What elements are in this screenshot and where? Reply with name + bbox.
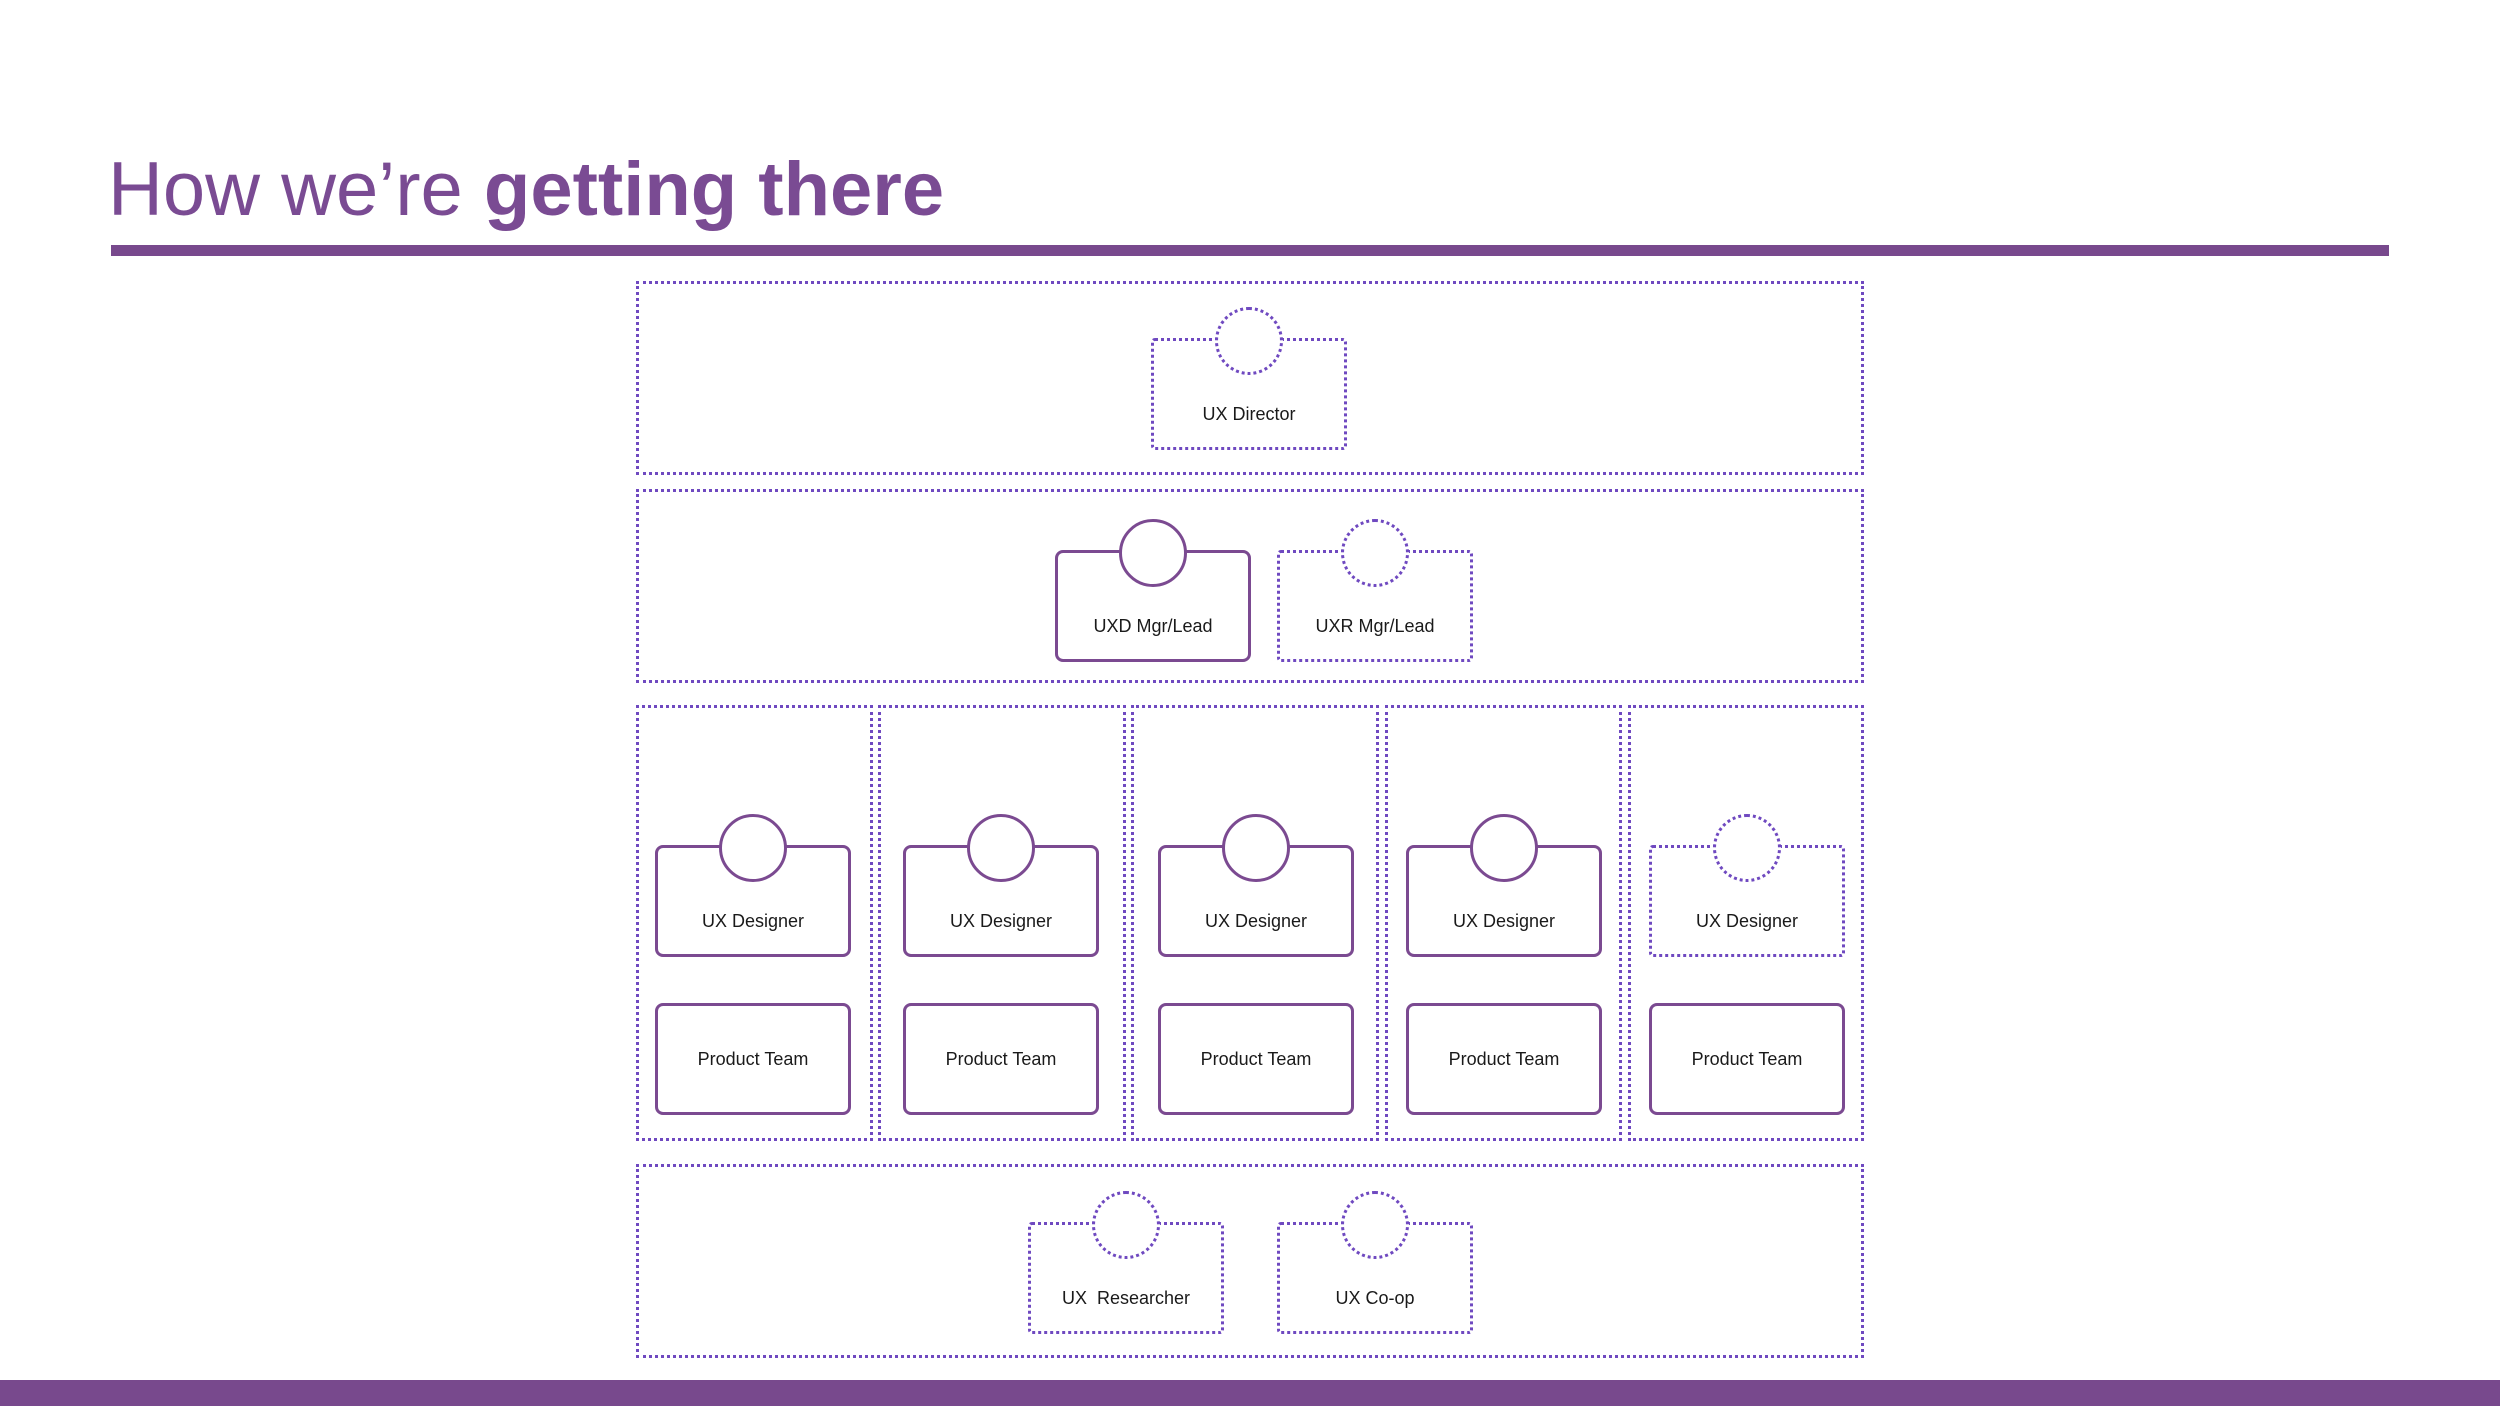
ux-director-avatar: [1215, 307, 1283, 375]
product-team-box-5: Product Team: [1649, 1003, 1845, 1115]
ux-designer-card-2: UX Designer: [903, 814, 1099, 957]
ux-designer-label: UX Designer: [1695, 911, 1799, 931]
ux-designer-card-1: UX Designer: [655, 814, 851, 957]
ux-researcher-card: UX Researcher: [1028, 1191, 1224, 1334]
uxd-lead-avatar: [1119, 519, 1187, 587]
ux-researcher-label: UX Researcher: [1061, 1288, 1191, 1308]
ux-coop-avatar: [1341, 1191, 1409, 1259]
ux-designer-label: UX Designer: [701, 911, 805, 931]
product-team-box-1: Product Team: [655, 1003, 851, 1115]
ux-designer-card-5: UX Designer: [1649, 814, 1845, 957]
slide-title: How we’re getting there: [108, 140, 944, 240]
ux-coop-card: UX Co-op: [1277, 1191, 1473, 1334]
uxd-lead-label: UXD Mgr/Lead: [1093, 616, 1213, 636]
ux-director-card: UX Director: [1151, 307, 1347, 450]
ux-designer-avatar: [1222, 814, 1290, 882]
uxr-lead-avatar: [1341, 519, 1409, 587]
ux-designer-avatar: [1713, 814, 1781, 882]
product-team-box-3: Product Team: [1158, 1003, 1354, 1115]
ux-researcher-avatar: [1092, 1191, 1160, 1259]
ux-coop-label: UX Co-op: [1335, 1288, 1415, 1308]
slide-title-regular: How we’re: [108, 147, 484, 232]
uxr-lead-card: UXR Mgr/Lead: [1277, 519, 1473, 662]
title-underline: [111, 245, 2389, 256]
product-team-box-2: Product Team: [903, 1003, 1099, 1115]
ux-designer-label: UX Designer: [949, 911, 1053, 931]
ux-designer-card-3: UX Designer: [1158, 814, 1354, 957]
ux-director-label: UX Director: [1202, 404, 1296, 424]
product-team-box-4: Product Team: [1406, 1003, 1602, 1115]
ux-designer-avatar: [719, 814, 787, 882]
footer-bar: [0, 1380, 2500, 1406]
uxd-lead-card: UXD Mgr/Lead: [1055, 519, 1251, 662]
slide-title-bold: getting there: [483, 147, 945, 232]
ux-designer-label: UX Designer: [1204, 911, 1308, 931]
ux-designer-card-4: UX Designer: [1406, 814, 1602, 957]
uxr-lead-label: UXR Mgr/Lead: [1315, 616, 1435, 636]
support-row-frame: [636, 1164, 1864, 1358]
ux-designer-label: UX Designer: [1452, 911, 1556, 931]
ux-designer-avatar: [967, 814, 1035, 882]
ux-designer-avatar: [1470, 814, 1538, 882]
